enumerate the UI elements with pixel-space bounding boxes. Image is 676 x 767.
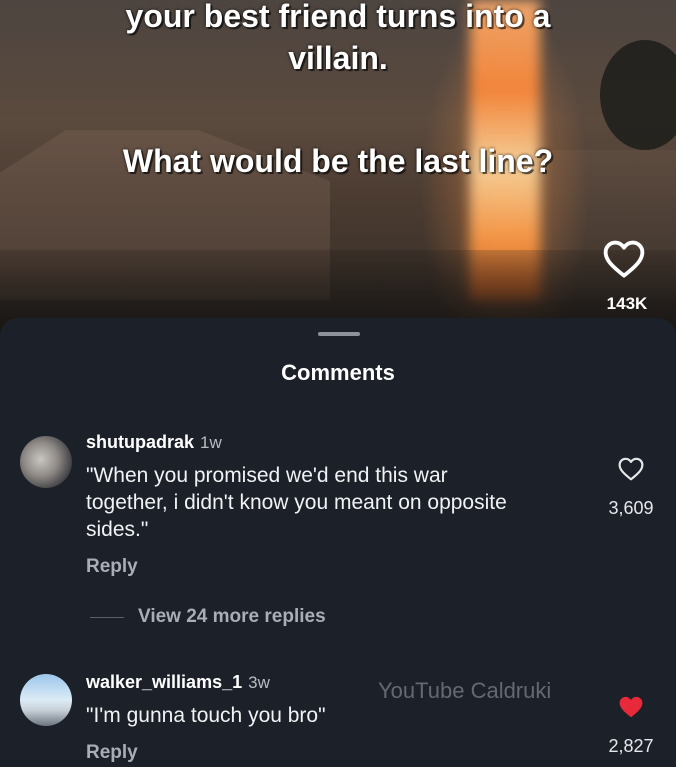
- comment-text-line: "When you promised we'd end this war: [86, 464, 448, 487]
- sheet-drag-handle[interactable]: [318, 332, 360, 336]
- heart-outline-icon: [618, 457, 644, 481]
- heart-outline-icon: [603, 240, 645, 278]
- comment-text: "When you promised we'd end this war tog…: [86, 462, 507, 543]
- comment-age: 3w: [248, 673, 270, 692]
- video-caption: your best friend turns into a villain.: [0, 0, 676, 79]
- reply-button[interactable]: Reply: [86, 742, 138, 764]
- comment-text-line: "I'm gunna touch you bro": [86, 704, 326, 727]
- video-like-button[interactable]: [600, 235, 648, 283]
- view-more-replies-button[interactable]: View 24 more replies: [138, 606, 326, 628]
- comment-text: "I'm gunna touch you bro": [86, 702, 326, 729]
- comments-sheet: Comments shutupadrak 1w "When you promise…: [0, 318, 676, 767]
- avatar[interactable]: [20, 674, 72, 726]
- caption-line-1: your best friend turns into a: [125, 0, 551, 34]
- comments-title: Comments: [281, 360, 395, 385]
- heart-filled-icon: [619, 696, 643, 718]
- video-caption-question: What would be the last line?: [122, 143, 554, 179]
- comment-username[interactable]: walker_williams_1 3w: [86, 672, 270, 693]
- username-text[interactable]: shutupadrak: [86, 432, 194, 452]
- comment-age: 1w: [200, 433, 222, 452]
- replies-divider: [90, 617, 124, 618]
- caption-line-2: villain.: [288, 40, 388, 76]
- username-text[interactable]: walker_williams_1: [86, 672, 242, 692]
- comment-like-count: 3,609: [608, 498, 654, 518]
- video-like-count: 143K: [606, 294, 648, 313]
- comment-like-button[interactable]: [616, 692, 646, 722]
- reply-button[interactable]: Reply: [86, 556, 138, 578]
- watermark: YouTube Caldruki: [378, 678, 552, 703]
- comment-text-line: together, i didn't know you meant on opp…: [86, 491, 507, 514]
- comment-username[interactable]: shutupadrak 1w: [86, 432, 222, 453]
- comment-like-button[interactable]: [616, 454, 646, 484]
- comment-text-line: sides.": [86, 518, 149, 541]
- avatar[interactable]: [20, 436, 72, 488]
- comment-like-count: 2,827: [608, 736, 654, 756]
